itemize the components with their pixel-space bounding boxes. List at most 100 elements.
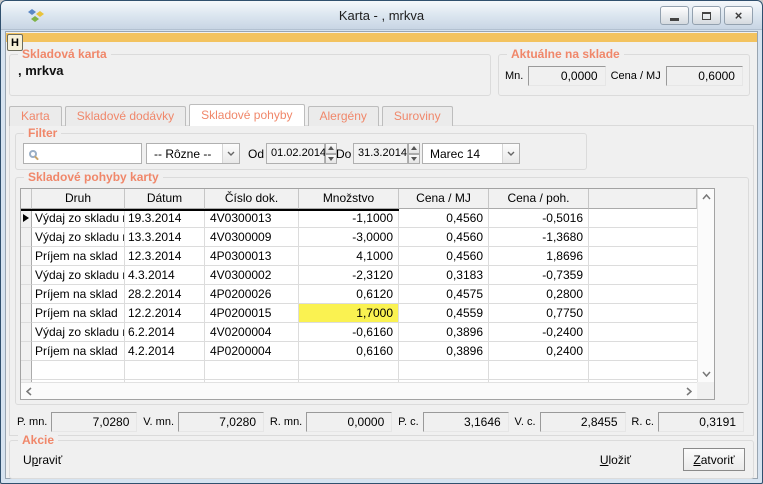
cell-cena-poh[interactable]: [489, 361, 589, 380]
scroll-up-icon[interactable]: [698, 189, 715, 205]
month-dropdown[interactable]: Marec 14: [422, 143, 520, 164]
cell-mnozstvo[interactable]: -1,1000: [299, 209, 399, 228]
cell-cislo-dok[interactable]: 4P0200026: [205, 285, 299, 304]
edit-button[interactable]: Upraviť: [23, 453, 62, 467]
scroll-right-icon[interactable]: [681, 383, 697, 400]
cell-cena-mj[interactable]: [399, 361, 489, 380]
cell-mnozstvo[interactable]: 0,6160: [299, 342, 399, 361]
cell-cena-poh[interactable]: -0,2400: [489, 323, 589, 342]
tab-skladove-dodavky[interactable]: Skladové dodávky: [65, 106, 186, 126]
h-button[interactable]: H: [7, 34, 23, 51]
spin-down-icon[interactable]: [408, 154, 420, 165]
cell-cena-poh[interactable]: -1,3680: [489, 228, 589, 247]
cell-datum[interactable]: 4.2.2014: [125, 342, 205, 361]
column-header-mnozstvo[interactable]: Množstvo: [299, 189, 399, 209]
cell-druh[interactable]: Výdaj zo skladu na: [32, 228, 125, 247]
table-row[interactable]: Výdaj zo skladu na 19.3.2014 4V0300013 -…: [21, 209, 697, 228]
cell-cislo-dok[interactable]: [205, 361, 299, 380]
table-row[interactable]: Výdaj zo skladu na 6.2.2014 4V0200004 -0…: [21, 323, 697, 342]
cell-datum[interactable]: 12.2.2014: [125, 304, 205, 323]
date-to-spinner[interactable]: [408, 143, 420, 164]
cell-cena-mj[interactable]: 0,4560: [399, 247, 489, 266]
column-header-cislo[interactable]: Číslo dok.: [205, 189, 299, 209]
column-header-druh[interactable]: Druh: [32, 189, 125, 209]
cell-druh[interactable]: Výdaj zo skladu na: [32, 209, 125, 228]
minimize-button[interactable]: [660, 6, 689, 25]
cell-druh[interactable]: Výdaj zo skladu na: [32, 323, 125, 342]
cell-cena-mj[interactable]: 0,4559: [399, 304, 489, 323]
column-header-datum[interactable]: Dátum: [125, 189, 205, 209]
cell-filler: [589, 247, 697, 266]
cell-cena-mj[interactable]: 0,4575: [399, 285, 489, 304]
cell-druh[interactable]: Príjem na sklad: [32, 285, 125, 304]
cell-cislo-dok[interactable]: 4V0300013: [205, 209, 299, 228]
cell-cislo-dok[interactable]: 4V0300002: [205, 266, 299, 285]
summary-label: R. mn.: [270, 416, 302, 428]
cell-cena-poh[interactable]: 0,2400: [489, 342, 589, 361]
date-from-field[interactable]: 01.02.2014: [266, 143, 325, 164]
vertical-scrollbar[interactable]: [697, 189, 714, 382]
cell-cislo-dok[interactable]: 4P0200015: [205, 304, 299, 323]
column-header-cena-mj[interactable]: Cena / MJ: [399, 189, 489, 209]
chevron-down-icon[interactable]: [222, 144, 239, 163]
cell-mnozstvo[interactable]: -0,6160: [299, 323, 399, 342]
table-row[interactable]: Príjem na sklad 28.2.2014 4P0200026 0,61…: [21, 285, 697, 304]
close-button[interactable]: ×: [724, 6, 753, 25]
date-to-field[interactable]: 31.3.2014: [353, 143, 408, 164]
cell-cena-mj[interactable]: 0,3183: [399, 266, 489, 285]
cell-datum[interactable]: 28.2.2014: [125, 285, 205, 304]
cell-datum[interactable]: 6.2.2014: [125, 323, 205, 342]
cell-mnozstvo[interactable]: 1,7000: [299, 304, 399, 323]
cell-druh[interactable]: [32, 361, 125, 380]
type-dropdown[interactable]: -- Rôzne --: [146, 143, 240, 164]
search-input[interactable]: [23, 143, 142, 164]
cell-cislo-dok[interactable]: 4P0200004: [205, 342, 299, 361]
spin-up-icon[interactable]: [408, 143, 420, 154]
maximize-button[interactable]: [692, 6, 721, 25]
column-header-cena-poh[interactable]: Cena / poh.: [489, 189, 589, 209]
cell-druh[interactable]: Príjem na sklad: [32, 342, 125, 361]
tab-karta[interactable]: Karta: [9, 106, 62, 126]
table-row[interactable]: Príjem na sklad 12.2.2014 4P0200015 1,70…: [21, 304, 697, 323]
cell-druh[interactable]: Príjem na sklad: [32, 247, 125, 266]
tab-skladove-pohyby[interactable]: Skladové pohyby: [189, 104, 304, 126]
titlebar[interactable]: Karta - , mrkva ×: [1, 1, 762, 30]
close-dialog-button[interactable]: Zatvoriť: [683, 448, 745, 471]
cell-mnozstvo[interactable]: -2,3120: [299, 266, 399, 285]
cell-mnozstvo[interactable]: -3,0000: [299, 228, 399, 247]
cell-cislo-dok[interactable]: 4P0300013: [205, 247, 299, 266]
table-row[interactable]: Príjem na sklad 4.2.2014 4P0200004 0,616…: [21, 342, 697, 361]
cell-cena-mj[interactable]: 0,4560: [399, 209, 489, 228]
cell-mnozstvo[interactable]: 0,6120: [299, 285, 399, 304]
cell-datum[interactable]: 19.3.2014: [125, 209, 205, 228]
table-row[interactable]: Výdaj zo skladu na 13.3.2014 4V0300009 -…: [21, 228, 697, 247]
save-button[interactable]: Uložiť: [600, 453, 631, 467]
tab-suroviny[interactable]: Suroviny: [382, 106, 453, 126]
cell-cena-poh[interactable]: -0,5016: [489, 209, 589, 228]
scroll-down-icon[interactable]: [698, 366, 715, 382]
cell-cena-poh[interactable]: -0,7359: [489, 266, 589, 285]
cell-cena-mj[interactable]: 0,3896: [399, 342, 489, 361]
scroll-left-icon[interactable]: [21, 383, 37, 400]
cell-druh[interactable]: Výdaj zo skladu na: [32, 266, 125, 285]
cell-cena-mj[interactable]: 0,3896: [399, 323, 489, 342]
cell-mnozstvo[interactable]: 4,1000: [299, 247, 399, 266]
table-row[interactable]: Výdaj zo skladu na 4.3.2014 4V0300002 -2…: [21, 266, 697, 285]
empty-table-row[interactable]: [21, 361, 697, 380]
table-row[interactable]: Príjem na sklad 12.3.2014 4P0300013 4,10…: [21, 247, 697, 266]
cell-datum[interactable]: 13.3.2014: [125, 228, 205, 247]
tab-alergeny[interactable]: Alergény: [308, 106, 379, 126]
cell-druh[interactable]: Príjem na sklad: [32, 304, 125, 323]
cell-datum[interactable]: 12.3.2014: [125, 247, 205, 266]
cell-cena-poh[interactable]: 0,2800: [489, 285, 589, 304]
cell-cislo-dok[interactable]: 4V0300009: [205, 228, 299, 247]
cell-cena-poh[interactable]: 1,8696: [489, 247, 589, 266]
chevron-down-icon[interactable]: [502, 144, 519, 163]
cell-mnozstvo[interactable]: [299, 361, 399, 380]
cell-datum[interactable]: 4.3.2014: [125, 266, 205, 285]
cell-cena-mj[interactable]: 0,4560: [399, 228, 489, 247]
cell-datum[interactable]: [125, 361, 205, 380]
horizontal-scrollbar[interactable]: [21, 382, 697, 399]
cell-cislo-dok[interactable]: 4V0200004: [205, 323, 299, 342]
cell-cena-poh[interactable]: 0,7750: [489, 304, 589, 323]
